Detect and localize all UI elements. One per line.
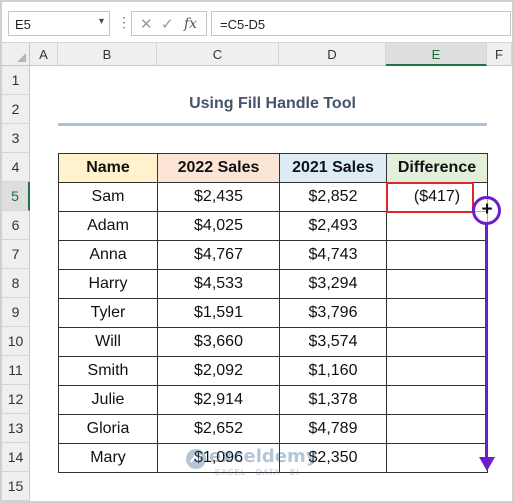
formula-bar: E5 ▾ ⋮ ✕ ✓ fx =C5-D5 bbox=[2, 2, 512, 43]
title-underline bbox=[58, 123, 487, 126]
sales-2021-cell[interactable]: $2,493 bbox=[279, 211, 387, 241]
chevron-down-icon[interactable]: ▾ bbox=[99, 16, 104, 27]
table-row: Smith $2,092 $1,160 bbox=[58, 356, 488, 386]
table-row: Sam $2,435 $2,852 ($417) bbox=[58, 182, 488, 212]
row-header-8[interactable]: 8 bbox=[2, 269, 30, 298]
sales-2021-cell[interactable]: $4,743 bbox=[279, 240, 387, 270]
row-header-13[interactable]: 13 bbox=[2, 414, 30, 443]
row-header-11[interactable]: 11 bbox=[2, 356, 30, 385]
row-header-2[interactable]: 2 bbox=[2, 95, 30, 124]
row-header-10[interactable]: 10 bbox=[2, 327, 30, 356]
formula-tools: ✕ ✓ fx bbox=[131, 11, 207, 36]
excel-window: E5 ▾ ⋮ ✕ ✓ fx =C5-D5 A B C D E F 1 2 3 4… bbox=[0, 0, 514, 503]
name-cell[interactable]: Anna bbox=[58, 240, 158, 270]
header-2022-sales[interactable]: 2022 Sales bbox=[157, 153, 280, 183]
sales-2021-cell[interactable]: $3,294 bbox=[279, 269, 387, 299]
header-difference[interactable]: Difference bbox=[386, 153, 488, 183]
name-cell[interactable]: Will bbox=[58, 327, 158, 357]
sales-2021-cell[interactable]: $4,789 bbox=[279, 414, 387, 444]
difference-cell[interactable] bbox=[386, 269, 488, 299]
name-box[interactable]: E5 ▾ bbox=[8, 11, 110, 36]
cancel-icon[interactable]: ✕ bbox=[140, 15, 153, 33]
column-header-c[interactable]: C bbox=[157, 43, 279, 66]
enter-icon[interactable]: ✓ bbox=[161, 15, 174, 33]
row-header-1[interactable]: 1 bbox=[2, 66, 30, 95]
difference-cell[interactable] bbox=[386, 443, 488, 473]
sales-2021-cell[interactable]: $1,378 bbox=[279, 385, 387, 415]
column-header-d[interactable]: D bbox=[279, 43, 386, 66]
watermark-name: exceldemy bbox=[209, 446, 318, 467]
name-cell[interactable]: Tyler bbox=[58, 298, 158, 328]
row-header-9[interactable]: 9 bbox=[2, 298, 30, 327]
name-box-value: E5 bbox=[15, 17, 31, 32]
table-row: Adam $4,025 $2,493 bbox=[58, 211, 488, 241]
sales-2022-cell[interactable]: $1,591 bbox=[157, 298, 280, 328]
sales-2022-cell[interactable]: $3,660 bbox=[157, 327, 280, 357]
header-name[interactable]: Name bbox=[58, 153, 158, 183]
difference-cell[interactable] bbox=[386, 414, 488, 444]
difference-cell[interactable] bbox=[386, 327, 488, 357]
insert-function-icon[interactable]: fx bbox=[184, 16, 197, 32]
column-header-b[interactable]: B bbox=[58, 43, 157, 66]
row-header-3[interactable]: 3 bbox=[2, 124, 30, 153]
difference-cell[interactable] bbox=[386, 240, 488, 270]
formula-input[interactable]: =C5-D5 bbox=[211, 11, 511, 36]
name-cell[interactable]: Julie bbox=[58, 385, 158, 415]
more-options-icon[interactable]: ⋮ bbox=[117, 14, 131, 31]
table-row: Gloria $2,652 $4,789 bbox=[58, 414, 488, 444]
table-row: Anna $4,767 $4,743 bbox=[58, 240, 488, 270]
row-header-5[interactable]: 5 bbox=[2, 182, 30, 211]
name-cell[interactable]: Sam bbox=[58, 182, 158, 212]
column-header-e[interactable]: E bbox=[386, 43, 487, 66]
fill-handle-cursor-icon[interactable]: + bbox=[479, 200, 495, 220]
column-header-a[interactable]: A bbox=[30, 43, 58, 66]
table-row: Harry $4,533 $3,294 bbox=[58, 269, 488, 299]
watermark-tagline: EXCEL · DATA · BI bbox=[215, 468, 300, 477]
name-cell[interactable]: Mary bbox=[58, 443, 158, 473]
table-row: Tyler $1,591 $3,796 bbox=[58, 298, 488, 328]
row-header-4[interactable]: 4 bbox=[2, 153, 30, 182]
column-header-f[interactable]: F bbox=[487, 43, 512, 66]
name-cell[interactable]: Gloria bbox=[58, 414, 158, 444]
difference-cell[interactable] bbox=[386, 385, 488, 415]
sheet-title: Using Fill Handle Tool bbox=[189, 95, 356, 112]
sales-2022-cell[interactable]: $2,652 bbox=[157, 414, 280, 444]
difference-cell[interactable] bbox=[386, 356, 488, 386]
difference-cell[interactable] bbox=[386, 298, 488, 328]
arrow-down-icon bbox=[479, 457, 495, 471]
row-header-14[interactable]: 14 bbox=[2, 443, 30, 472]
row-header-12[interactable]: 12 bbox=[2, 385, 30, 414]
sales-2022-cell[interactable]: $4,767 bbox=[157, 240, 280, 270]
name-cell[interactable]: Harry bbox=[58, 269, 158, 299]
sales-2021-cell[interactable]: $3,796 bbox=[279, 298, 387, 328]
table-row: Julie $2,914 $1,378 bbox=[58, 385, 488, 415]
sales-2021-cell[interactable]: $3,574 bbox=[279, 327, 387, 357]
sales-2022-cell[interactable]: $4,533 bbox=[157, 269, 280, 299]
select-all-button[interactable] bbox=[2, 43, 30, 66]
worksheet-grid[interactable]: A B C D E F 1 2 3 4 5 6 7 8 9 10 11 12 1… bbox=[2, 43, 512, 501]
name-cell[interactable]: Smith bbox=[58, 356, 158, 386]
sales-2022-cell[interactable]: $4,025 bbox=[157, 211, 280, 241]
header-2021-sales[interactable]: 2021 Sales bbox=[279, 153, 387, 183]
sales-2021-cell[interactable]: $1,160 bbox=[279, 356, 387, 386]
table-row: Will $3,660 $3,574 bbox=[58, 327, 488, 357]
fill-drag-path-line bbox=[485, 224, 488, 460]
select-all-triangle-icon bbox=[17, 53, 26, 62]
exceldemy-logo-icon bbox=[186, 449, 206, 469]
sales-table: Name 2022 Sales 2021 Sales Difference Sa… bbox=[58, 153, 488, 473]
row-header-7[interactable]: 7 bbox=[2, 240, 30, 269]
sales-2021-cell[interactable]: $2,852 bbox=[279, 182, 387, 212]
name-cell[interactable]: Adam bbox=[58, 211, 158, 241]
watermark: exceldemy EXCEL · DATA · BI bbox=[185, 444, 335, 480]
sales-2022-cell[interactable]: $2,092 bbox=[157, 356, 280, 386]
sales-2022-cell[interactable]: $2,914 bbox=[157, 385, 280, 415]
sales-2022-cell[interactable]: $2,435 bbox=[157, 182, 280, 212]
row-header-15[interactable]: 15 bbox=[2, 472, 30, 501]
row-header-6[interactable]: 6 bbox=[2, 211, 30, 240]
